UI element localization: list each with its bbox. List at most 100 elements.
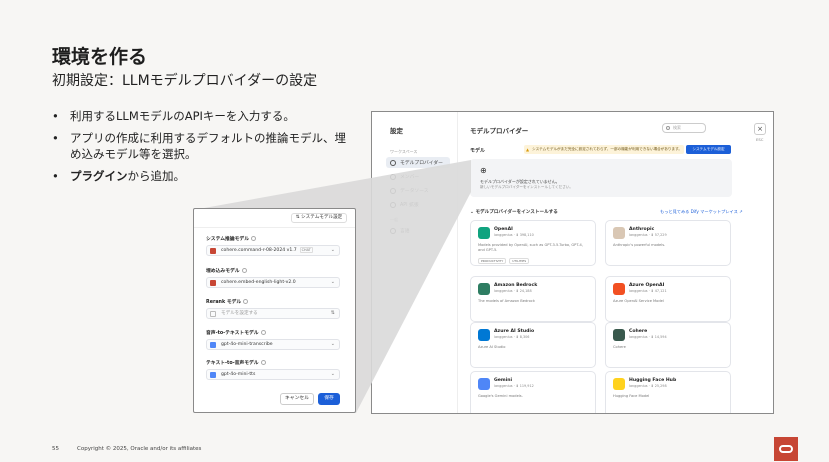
provider-card[interactable]: Azure AI Studio langgenius · ⬇ 8,306 Azure… — [470, 322, 596, 368]
bullet-bold: プラグイン — [70, 169, 128, 183]
provider-desc: Google's Gemini models. — [478, 394, 523, 398]
provider-tags: PRODUCTIVITY UTILITIES — [478, 258, 530, 264]
provider-logo-icon — [478, 227, 490, 239]
settings-screenshot: 設定 ワークスペース モデルプロバイダー メンバー データソース API 拡張 … — [371, 111, 774, 414]
field-label: システム推論モデル — [206, 235, 257, 242]
divider — [194, 227, 355, 228]
page-number: 55 — [52, 446, 59, 452]
provider-desc: Azure OpenAI Service Model — [613, 299, 664, 303]
chevron-down-icon: ⇅ — [330, 310, 335, 316]
help-icon — [260, 330, 266, 335]
provider-card[interactable]: OpenAI langgenius · ⬇ 398,110 Models provi… — [470, 220, 596, 266]
sidebar-item-members[interactable]: メンバー — [386, 171, 450, 182]
system-model-dialog: ⇅ システムモデル設定 システム推論モデル cohere.command-r-08… — [193, 208, 356, 413]
model-logo-icon — [210, 342, 216, 348]
slide-subtitle: 初期設定：LLMモデルプロバイダーの設定 — [52, 73, 318, 89]
help-icon — [260, 360, 266, 365]
provider-name: Amazon Bedrock — [494, 283, 538, 288]
field-label: テキスト-to-音声モデル — [206, 359, 266, 366]
model-select[interactable]: gpt-4o-mini-tts ⌄ — [206, 369, 340, 380]
provider-desc: Anthropic's powerful models. — [613, 243, 666, 247]
sidebar-item-label: 言語 — [400, 229, 410, 234]
provider-meta: langgenius · ⬇ 47,121 — [629, 289, 667, 293]
bullet-item: 利用するLLMモデルのAPIキーを入力する。 — [52, 108, 352, 124]
provider-meta: langgenius · ⬇ 57,229 — [629, 233, 667, 237]
mode-badge: CHAT — [299, 247, 313, 253]
oracle-logo — [774, 437, 798, 461]
save-button[interactable]: 保存 — [318, 393, 340, 405]
system-model-settings-button[interactable]: ⇅ システムモデル設定 — [291, 213, 347, 223]
provider-name: Azure OpenAI — [629, 283, 665, 288]
provider-logo-icon — [478, 378, 490, 390]
cube-icon — [390, 159, 396, 166]
provider-meta: langgenius · ⬇ 24,188 — [494, 289, 532, 293]
oracle-ring-icon — [779, 445, 793, 453]
cube-icon — [210, 311, 216, 317]
provider-card[interactable]: Anthropic langgenius · ⬇ 57,229 Anthropic'… — [605, 220, 731, 266]
sidebar-item-datasource[interactable]: データソース — [386, 185, 450, 196]
install-heading: ⌄ モデルプロバイダーをインストールする — [470, 210, 558, 215]
sidebar-item-model-provider[interactable]: モデルプロバイダー — [386, 157, 450, 168]
provider-tag: UTILITIES — [509, 258, 530, 264]
provider-card[interactable]: Gemini langgenius · ⬇ 119,912 Google's Gem… — [470, 371, 596, 413]
provider-desc: Cohere — [613, 345, 626, 349]
user-icon — [390, 173, 396, 180]
provider-card[interactable]: Cohere langgenius · ⬇ 14,594 Cohere — [605, 322, 731, 368]
search-input[interactable]: 検索 — [662, 123, 706, 133]
provider-desc: The models of Amazon Bedrock — [478, 299, 535, 303]
sidebar-item-language[interactable]: 言語 — [386, 225, 450, 236]
close-button[interactable]: × — [754, 123, 766, 135]
provider-logo-icon — [478, 283, 490, 295]
puzzle-icon — [390, 201, 396, 208]
settings-main: モデルプロバイダー 検索 モデル システムモデルがまだ完全に設定されておらず、一… — [468, 112, 758, 413]
chevron-down-icon: ⌄ — [330, 371, 335, 377]
model-select[interactable]: cohere.embed-english-light-v2.0 ⌄ — [206, 277, 340, 288]
bullet-list: 利用するLLMモデルのAPIキーを入力する。 アプリの作成に利用するデフォルトの… — [52, 108, 352, 190]
provider-name: Gemini — [494, 378, 513, 383]
provider-meta: langgenius · ⬇ 119,912 — [494, 384, 534, 388]
chevron-down-icon: ⌄ — [330, 341, 335, 347]
provider-card[interactable]: Hugging Face Hub langgenius · ⬇ 25,298 Hug… — [605, 371, 731, 413]
system-model-button[interactable]: システムモデル設定 — [686, 145, 731, 154]
provider-card[interactable]: Azure OpenAI langgenius · ⬇ 47,121 Azure O… — [605, 276, 731, 322]
provider-name: Cohere — [629, 329, 648, 334]
provider-card[interactable]: Amazon Bedrock langgenius · ⬇ 24,188 The m… — [470, 276, 596, 322]
database-icon — [390, 187, 396, 194]
sidebar-item-label: API 拡張 — [400, 203, 419, 208]
provider-logo-icon — [613, 378, 625, 390]
search-placeholder: 検索 — [673, 125, 681, 130]
help-icon — [241, 268, 247, 273]
provider-meta: langgenius · ⬇ 398,110 — [494, 233, 534, 237]
provider-meta: langgenius · ⬇ 25,298 — [629, 384, 667, 388]
provider-meta: langgenius · ⬇ 14,594 — [629, 335, 667, 339]
slide-title: 環境を作る — [52, 46, 148, 68]
provider-desc: Azure AI Studio — [478, 345, 506, 349]
bullet-text: から追加。 — [127, 169, 186, 183]
provider-desc: Models provided by OpenAI, such as GPT-3… — [478, 243, 583, 252]
provider-meta: langgenius · ⬇ 8,306 — [494, 335, 530, 339]
select-value: モデルを設定する — [221, 311, 258, 316]
model-select[interactable]: モデルを設定する ⇅ — [206, 308, 340, 319]
bullet-item: アプリの作成に利用するデフォルトの推論モデル、埋め込みモデル等を選択。 — [52, 130, 352, 162]
provider-name: Azure AI Studio — [494, 329, 535, 334]
field-label: 埋め込みモデル — [206, 267, 247, 274]
marketplace-link[interactable]: もっと見てみる Dify マーケットプレイス ↗ — [660, 209, 743, 215]
provider-logo-icon — [613, 227, 625, 239]
search-icon — [666, 126, 670, 130]
select-value: gpt-4o-mini-tts — [221, 372, 256, 377]
provider-logo-icon — [613, 329, 625, 341]
settings-sidebar: 設定 ワークスペース モデルプロバイダー メンバー データソース API 拡張 … — [372, 112, 458, 413]
select-value: cohere.embed-english-light-v2.0 — [221, 280, 296, 285]
model-select[interactable]: gpt-4o-mini-transcribe ⌄ — [206, 339, 340, 350]
help-icon — [251, 236, 257, 241]
field-label: 音声-to-テキストモデル — [206, 329, 266, 336]
cancel-button[interactable]: キャンセル — [280, 393, 314, 405]
model-select[interactable]: cohere.command-r-08-2024 v1.7 CHAT ⌄ — [206, 245, 340, 256]
sidebar-item-api-extension[interactable]: API 拡張 — [386, 199, 450, 210]
sidebar-title: 設定 — [390, 127, 403, 135]
provider-name: Anthropic — [629, 227, 655, 232]
sidebar-item-label: データソース — [400, 189, 429, 194]
provider-heading: モデルプロバイダー — [470, 127, 529, 135]
select-value: cohere.command-r-08-2024 v1.7 — [221, 248, 297, 253]
provider-logo-icon — [478, 329, 490, 341]
